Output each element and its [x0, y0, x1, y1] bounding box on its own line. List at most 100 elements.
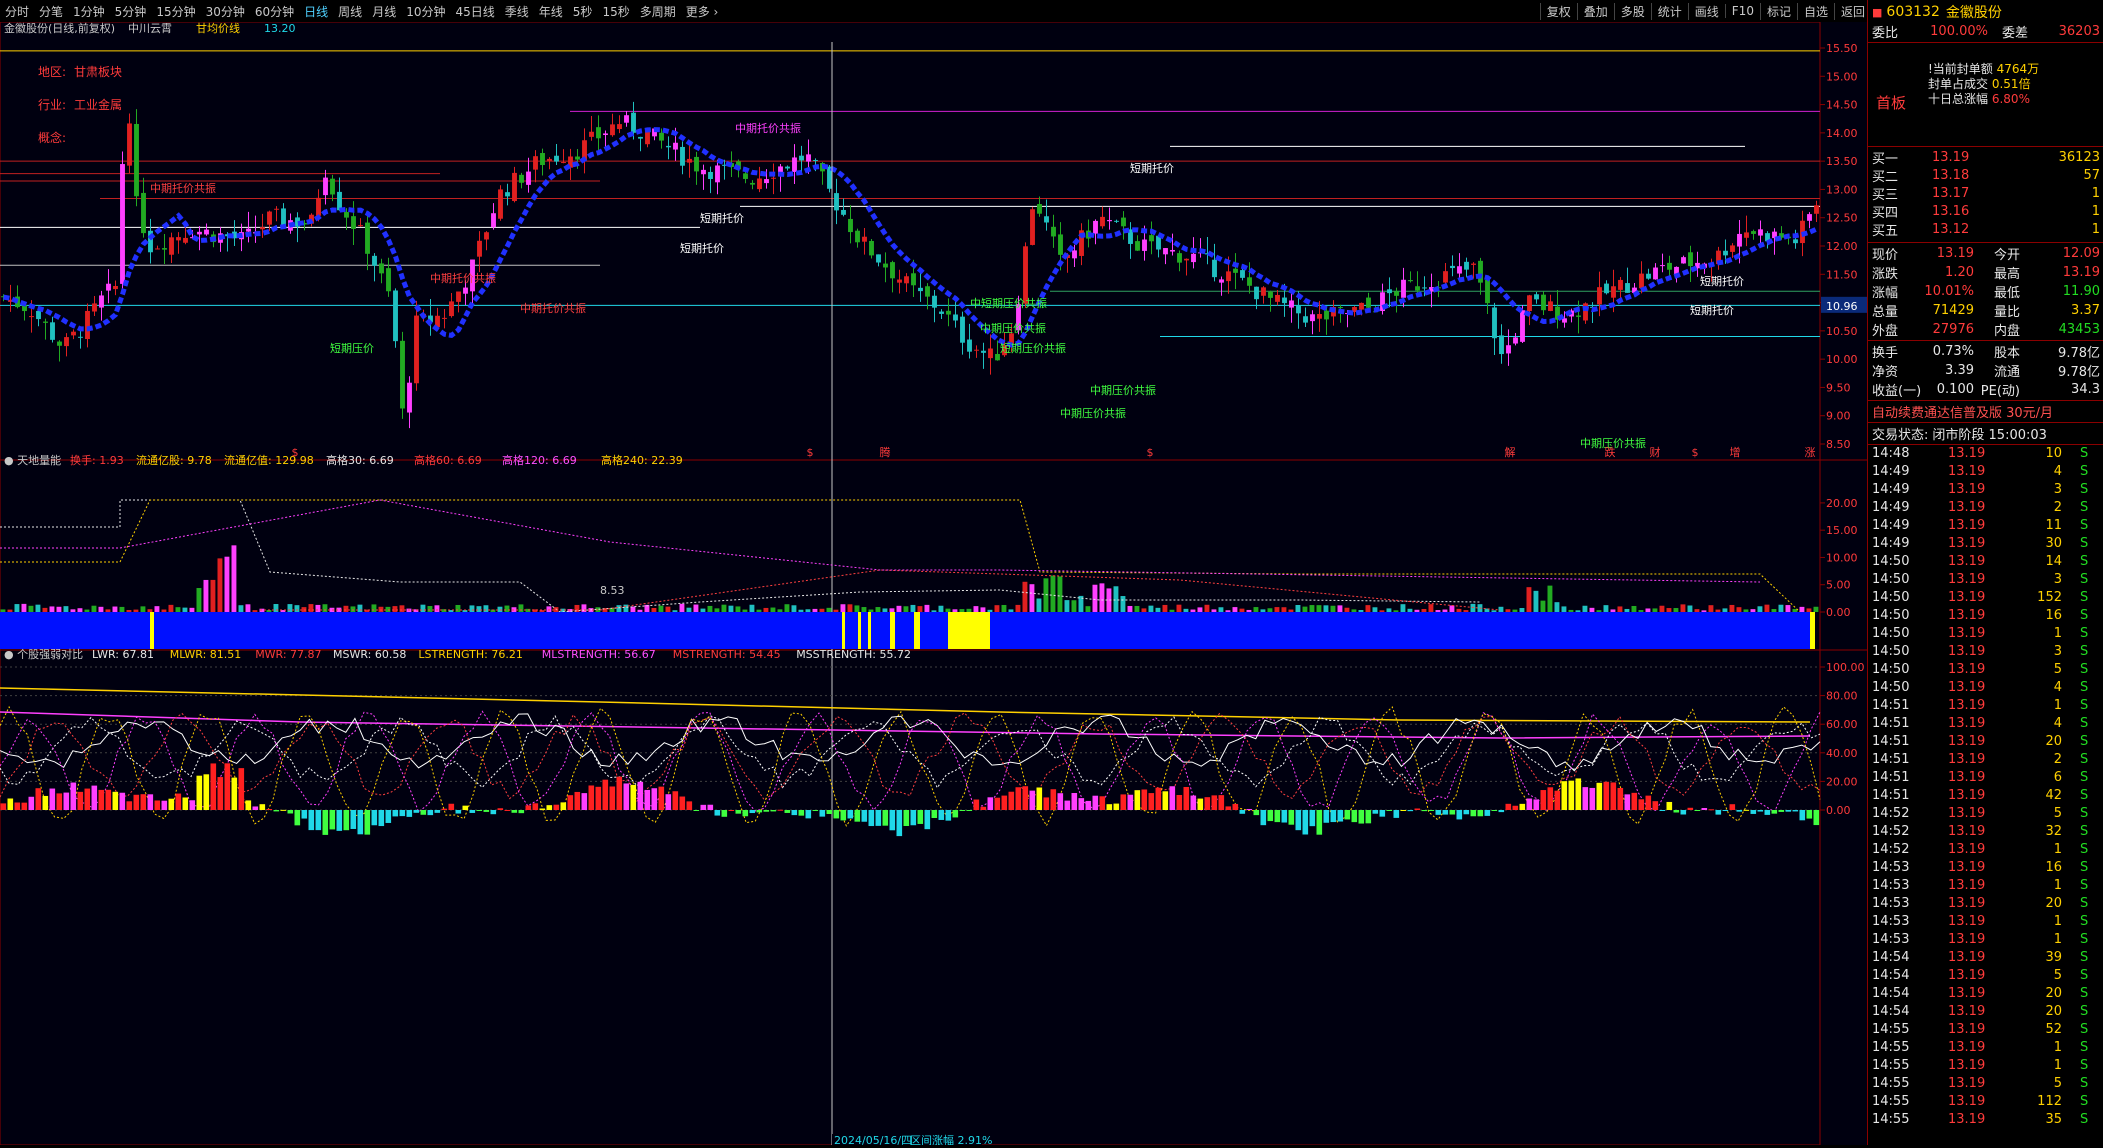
chart-area[interactable]: 金徽股份(日线,前复权) 中川云霄 甘均价线 13.20 地区: 甘肃板块 行业: 工业金属概… [0, 21, 1867, 1147]
candle-body [743, 173, 748, 179]
histogram-bar [875, 810, 882, 826]
candle-body [414, 315, 419, 384]
histogram-bar [1316, 810, 1323, 835]
bid-label: 买四 [1872, 205, 1899, 221]
tool-button-2[interactable]: 多股 [1613, 2, 1651, 20]
strength-axis-label: 0.00 [1826, 804, 1851, 817]
histogram-bar [1638, 799, 1645, 810]
volume-bar [637, 609, 643, 612]
period-tab-17[interactable]: 更多 › [681, 3, 724, 20]
candle-body [365, 222, 370, 254]
period-tab-0[interactable]: 分时 [0, 3, 34, 20]
candle-body [757, 178, 762, 190]
quote-row: 涨幅 10.01% 最低 11.90 [1872, 282, 2100, 301]
stock-header[interactable]: ■ 603132 金徽股份 [1872, 3, 2100, 21]
tick-price: 13.19 [1948, 698, 1986, 713]
period-tab-2[interactable]: 1分钟 [68, 3, 110, 20]
period-tab-10[interactable]: 10分钟 [401, 3, 450, 20]
bid-row[interactable]: 买三 13.17 1 [1872, 184, 2100, 203]
tool-button-4[interactable]: 画线 [1687, 2, 1725, 20]
histogram-bar [1708, 809, 1715, 811]
histogram-bar [21, 802, 28, 810]
bid-row[interactable]: 买二 13.18 57 [1872, 166, 2100, 185]
bid-label: 买一 [1872, 151, 1899, 167]
tool-button-5[interactable]: F10 [1724, 4, 1760, 18]
volume-bar [749, 604, 755, 612]
period-tab-16[interactable]: 多周期 [635, 3, 681, 20]
histogram-bar [1778, 810, 1785, 812]
tick-volume: 5 [2053, 806, 2062, 821]
volume-bar [1582, 605, 1588, 612]
chart-frame [0, 21, 1821, 1146]
tool-button-6[interactable]: 标记 [1759, 2, 1797, 20]
candle-body [1464, 261, 1469, 270]
period-tab-13[interactable]: 年线 [534, 3, 568, 20]
period-tab-1[interactable]: 分笔 [34, 3, 68, 20]
period-tab-6[interactable]: 60分钟 [250, 3, 299, 20]
info-label: 概念: [38, 130, 66, 145]
candle-body [372, 255, 377, 266]
bid-row[interactable]: 买四 13.16 1 [1872, 202, 2100, 221]
histogram-bar [252, 806, 259, 810]
candle-body [1359, 302, 1364, 310]
tool-button-3[interactable]: 统计 [1650, 2, 1688, 20]
candle-body [624, 115, 629, 123]
seal-line: 十日总涨幅 6.80% [1928, 90, 2098, 106]
candle-body [1667, 262, 1672, 270]
period-tab-11[interactable]: 45日线 [450, 3, 499, 20]
tool-button-7[interactable]: 自选 [1796, 2, 1834, 20]
histogram-bar [553, 804, 560, 810]
stock-name: 金徽股份 [1945, 5, 2002, 21]
histogram-bar [1232, 803, 1239, 810]
period-tab-4[interactable]: 15分钟 [151, 3, 200, 20]
volume-bar [469, 605, 475, 612]
volume-bar [959, 609, 965, 612]
period-tab-14[interactable]: 5秒 [568, 3, 598, 20]
volume-bar [896, 605, 902, 612]
histogram-bar [525, 805, 532, 810]
candle-body [869, 240, 874, 256]
period-tab-5[interactable]: 30分钟 [201, 3, 250, 20]
volume-bar [826, 607, 832, 612]
tool-button-1[interactable]: 叠加 [1576, 2, 1614, 20]
period-tab-12[interactable]: 季线 [500, 3, 534, 20]
ad-text[interactable]: 自动续费通达信普及版 30元/月 [1872, 402, 2053, 421]
period-tab-7[interactable]: 日线 [299, 3, 333, 20]
tick-price: 13.19 [1948, 626, 1986, 641]
bid-row[interactable]: 买一 13.19 36123 [1872, 148, 2100, 167]
histogram-bar [1309, 810, 1316, 827]
bid-row[interactable]: 买五 13.12 1 [1872, 220, 2100, 239]
candle-body [666, 145, 671, 148]
quote-row: 涨跌 1.20 最高 13.19 [1872, 263, 2100, 282]
volume-bar [1505, 609, 1511, 612]
volume-bar [980, 607, 986, 612]
volume-bar [1113, 586, 1119, 612]
tick-row: 14:54 13.19 5 S [1872, 968, 2100, 986]
histogram-bar [903, 810, 910, 827]
period-tab-9[interactable]: 月线 [367, 3, 401, 20]
volume-bar [1715, 609, 1721, 612]
tick-volume: 6 [2053, 770, 2062, 785]
info-value: 甘肃板块 [74, 65, 122, 79]
tick-side: S [2080, 806, 2089, 821]
volume-bar [1274, 607, 1280, 612]
volume-axis-label: 10.00 [1826, 551, 1858, 564]
candle-body [904, 276, 909, 284]
candle-body [960, 316, 965, 343]
candle-body [547, 158, 552, 161]
period-tab-8[interactable]: 周线 [333, 3, 367, 20]
tick-side: S [2080, 590, 2089, 605]
candle-body [519, 174, 524, 183]
ad-row[interactable]: 自动续费通达信普及版 30元/月 [1872, 402, 2100, 421]
period-tab-15[interactable]: 15秒 [597, 3, 634, 20]
kline-chart-svg[interactable]: 金徽股份(日线,前复权) 中川云霄 甘均价线 13.20 地区: 甘肃板块行业: 工业金属概… [0, 21, 1867, 1147]
tool-button-0[interactable]: 复权 [1539, 2, 1577, 20]
fund-value: 0.73% [1932, 343, 1974, 359]
histogram-bar [1253, 810, 1260, 816]
period-tab-3[interactable]: 5分钟 [110, 3, 152, 20]
histogram-bar [847, 810, 854, 819]
volume-bar [1183, 608, 1189, 612]
tick-time: 14:50 [1872, 590, 1910, 605]
tool-button-8[interactable]: 返回 [1833, 2, 1871, 20]
fund-label: 股本 [1993, 345, 2020, 361]
